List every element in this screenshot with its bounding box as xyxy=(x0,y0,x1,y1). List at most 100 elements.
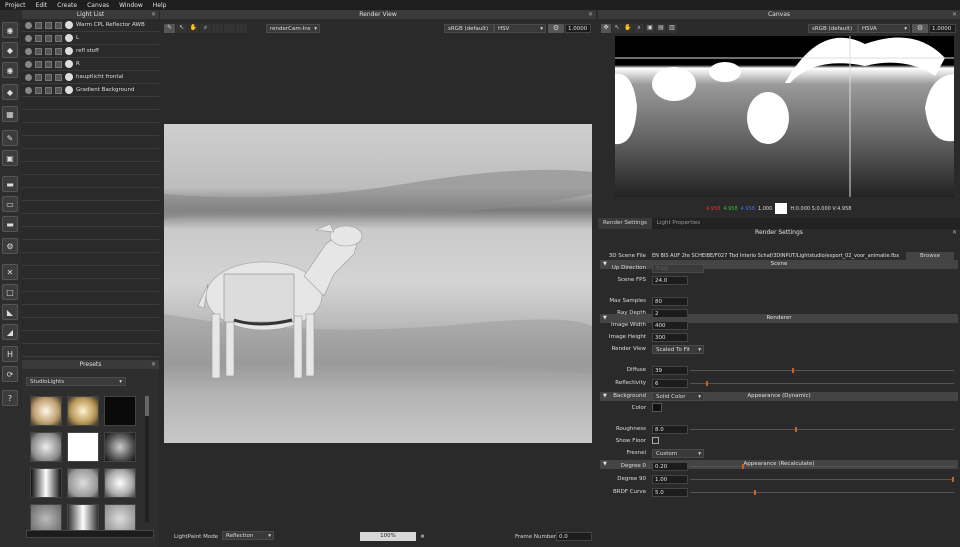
light-list-item[interactable]: Warm CPL Reflector AWB xyxy=(22,19,159,32)
image-height-input[interactable]: 300 xyxy=(652,333,688,342)
show-floor-checkbox[interactable] xyxy=(652,437,659,444)
area-light-icon[interactable]: ◉ xyxy=(2,62,18,78)
solo-checkbox[interactable] xyxy=(35,34,42,42)
gear-icon[interactable]: ⚙ xyxy=(548,24,564,33)
menu-create[interactable]: Create xyxy=(52,2,82,9)
menu-edit[interactable]: Edit xyxy=(31,2,53,9)
light-list-item[interactable]: R xyxy=(22,58,159,71)
exposure-input[interactable]: 1.0000 xyxy=(565,24,591,33)
canvas-colorspace-dropdown[interactable]: sRGB (default) xyxy=(808,24,858,33)
visibility-icon[interactable] xyxy=(25,73,32,81)
hdri-canvas[interactable] xyxy=(615,36,954,197)
tab-render-settings[interactable]: Render Settings xyxy=(598,218,652,229)
lightpaint-dropdown[interactable]: Reflection ▾ xyxy=(222,531,274,540)
gradient-icon-3[interactable]: ▬ xyxy=(2,216,18,232)
close-icon[interactable]: ✕ xyxy=(588,10,593,19)
solo-checkbox[interactable] xyxy=(35,60,42,68)
frame-input[interactable]: 0.0 xyxy=(556,532,592,541)
diffuse-slider[interactable] xyxy=(690,368,954,373)
solo-checkbox[interactable] xyxy=(35,73,42,81)
visibility-icon[interactable] xyxy=(25,21,32,29)
cursor-icon[interactable]: ↖ xyxy=(612,24,622,33)
preset-thumbnail[interactable] xyxy=(30,396,62,426)
close-icon[interactable]: ✕ xyxy=(151,10,156,19)
frame-icon[interactable]: ▣ xyxy=(2,150,18,166)
select-checkbox[interactable] xyxy=(55,60,62,68)
cursor-icon[interactable]: ↖ xyxy=(176,24,187,33)
select-checkbox[interactable] xyxy=(55,86,62,94)
lock-checkbox[interactable] xyxy=(45,21,52,29)
move-icon[interactable]: ✥ xyxy=(601,24,611,33)
corner-icon[interactable]: ◣ xyxy=(2,304,18,320)
lock-checkbox[interactable] xyxy=(45,86,52,94)
render-view-dropdown[interactable]: Scaled To Fit ▾ xyxy=(652,345,704,354)
close-icon[interactable]: ✕ xyxy=(952,10,957,19)
colorspace-dropdown[interactable]: sRGB (default) xyxy=(444,24,494,33)
hdr-export-icon[interactable]: ⟳ xyxy=(2,366,18,382)
preset-thumbnail[interactable] xyxy=(30,432,62,462)
lock-checkbox[interactable] xyxy=(45,47,52,55)
close-icon[interactable]: ✕ xyxy=(2,264,18,280)
light-list-item[interactable]: refl stoff xyxy=(22,45,159,58)
presets-scrollbar[interactable] xyxy=(145,396,149,522)
gear-icon[interactable]: ⚙ xyxy=(2,238,18,254)
crop-icon[interactable]: ▣ xyxy=(645,24,655,33)
reflectivity-input[interactable]: 6 xyxy=(652,379,688,388)
menu-window[interactable]: Window xyxy=(114,2,148,9)
preset-thumbnail[interactable] xyxy=(104,468,136,498)
solo-checkbox[interactable] xyxy=(35,47,42,55)
camera-dropdown[interactable]: renderCam-Ins ▾ xyxy=(266,24,320,33)
image-icon[interactable]: ▤ xyxy=(656,24,666,33)
up-direction-dropdown[interactable]: Y-Up xyxy=(652,264,704,273)
square-icon[interactable]: □ xyxy=(2,284,18,300)
paint-icon[interactable]: ✎ xyxy=(2,130,18,146)
gear-icon[interactable]: ⚙ xyxy=(912,24,928,33)
ray-depth-input[interactable]: 2 xyxy=(652,309,688,318)
select-checkbox[interactable] xyxy=(55,73,62,81)
canvas-mode-dropdown[interactable]: HSVA ▾ xyxy=(858,24,910,33)
scene-file-path[interactable]: EN BIS AUF 2te SCHEIBE/F027 Tbd Interio … xyxy=(652,252,904,261)
lock-checkbox[interactable] xyxy=(45,34,52,42)
close-icon[interactable]: ✕ xyxy=(151,360,156,369)
hand-icon[interactable]: ✋ xyxy=(623,24,633,33)
layers-icon[interactable]: ▥ xyxy=(667,24,677,33)
tool-slot[interactable] xyxy=(224,24,235,33)
display-mode-dropdown[interactable]: HSV ▾ xyxy=(494,24,546,33)
pause-icon[interactable]: ⏸ xyxy=(418,532,427,541)
zoom-icon[interactable]: ⌕ xyxy=(200,24,211,33)
select-checkbox[interactable] xyxy=(55,47,62,55)
spot-light-icon[interactable]: ◆ xyxy=(2,42,18,58)
close-icon[interactable]: ✕ xyxy=(952,229,957,237)
tab-light-properties[interactable]: Light Properties xyxy=(652,218,705,229)
light-list-item[interactable]: hauptlicht frontal xyxy=(22,71,159,84)
image-width-input[interactable]: 400 xyxy=(652,321,688,330)
roughness-slider[interactable] xyxy=(690,427,954,432)
brdf-curve-slider[interactable] xyxy=(690,490,954,495)
solo-checkbox[interactable] xyxy=(35,86,42,94)
brdf-curve-input[interactable]: 5.0 xyxy=(652,488,688,497)
browse-button[interactable]: Browse xyxy=(906,252,954,261)
reflectivity-slider[interactable] xyxy=(690,381,954,386)
degree-90-input[interactable]: 1.00 xyxy=(652,475,688,484)
render-image[interactable] xyxy=(164,124,592,443)
max-samples-input[interactable]: 80 xyxy=(652,297,688,306)
visibility-icon[interactable] xyxy=(25,34,32,42)
paint-icon[interactable]: ✎ xyxy=(164,24,175,33)
zoom-icon[interactable]: ⌕ xyxy=(634,24,644,33)
grid-light-icon[interactable]: ▦ xyxy=(2,106,18,122)
degree-0-input[interactable]: 0.20 xyxy=(652,462,688,471)
light-list-item[interactable]: Gradient Background xyxy=(22,84,159,97)
roughness-input[interactable]: 8.0 xyxy=(652,425,688,434)
menu-project[interactable]: Project xyxy=(0,2,31,9)
lock-checkbox[interactable] xyxy=(45,73,52,81)
visibility-icon[interactable] xyxy=(25,47,32,55)
light-tool-icon[interactable]: ◉ xyxy=(2,22,18,38)
presets-search[interactable] xyxy=(26,530,154,538)
light-list-item[interactable]: L xyxy=(22,32,159,45)
visibility-icon[interactable] xyxy=(25,60,32,68)
color-swatch-button[interactable] xyxy=(652,403,662,412)
degree-0-slider[interactable] xyxy=(690,464,954,469)
presets-dropdown[interactable]: StudioLights ▾ xyxy=(26,377,126,386)
preset-thumbnail[interactable] xyxy=(67,432,99,462)
cube-light-icon[interactable]: ◆ xyxy=(2,84,18,100)
